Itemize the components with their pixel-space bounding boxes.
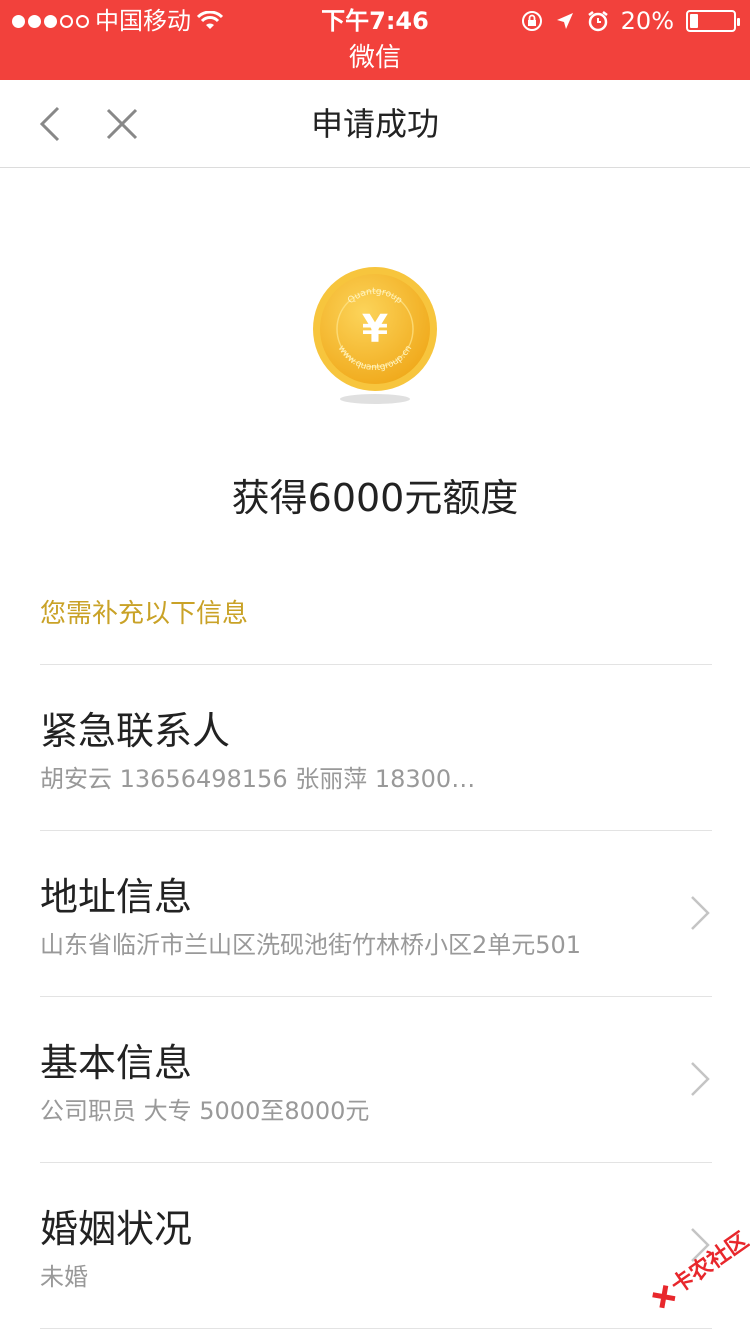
info-list: 紧急联系人 胡安云 13656498156 张丽萍 18300… 地址信息 山东… <box>40 664 712 1329</box>
item-title: 地址信息 <box>40 875 193 919</box>
list-item-address[interactable]: 地址信息 山东省临沂市兰山区洗砚池街竹林桥小区2单元501 <box>40 830 712 996</box>
list-item-marital-status[interactable]: 婚姻状况 未婚 <box>40 1162 712 1328</box>
chevron-right-icon <box>691 896 710 930</box>
coin-illustration: Quantgroup www.quantgroup.cn ¥ <box>312 266 438 406</box>
info-hint: 您需补充以下信息 <box>40 599 249 629</box>
list-divider <box>40 1328 712 1329</box>
location-arrow-icon <box>556 13 573 29</box>
coin-symbol: ¥ <box>362 307 388 351</box>
item-detail: 公司职员 大专 5000至8000元 <box>40 1097 370 1125</box>
status-row: 中国移动 下午7:46 20% <box>0 4 750 38</box>
orientation-lock-icon <box>521 11 542 31</box>
battery-percent: 20% <box>620 7 674 35</box>
alarm-icon <box>587 11 608 32</box>
app-name: 微信 <box>348 43 401 73</box>
battery-icon <box>686 10 740 32</box>
item-detail: 山东省临沂市兰山区洗砚池街竹林桥小区2单元501 <box>40 931 582 959</box>
item-title: 基本信息 <box>40 1041 193 1085</box>
status-right: 20% <box>521 4 740 38</box>
credit-headline: 获得6000元额度 <box>231 476 519 520</box>
item-title: 婚姻状况 <box>40 1207 193 1251</box>
list-item-basic-info[interactable]: 基本信息 公司职员 大专 5000至8000元 <box>40 996 712 1162</box>
item-detail: 胡安云 13656498156 张丽萍 18300… <box>40 765 476 793</box>
chevron-right-icon <box>691 1062 710 1096</box>
battery-fill <box>690 14 698 28</box>
item-title: 紧急联系人 <box>40 709 231 753</box>
coin-shadow <box>340 394 410 404</box>
list-item-emergency-contact[interactable]: 紧急联系人 胡安云 13656498156 张丽萍 18300… <box>40 664 712 830</box>
item-detail: 未婚 <box>40 1263 88 1291</box>
status-bar: 中国移动 下午7:46 20% 微信 <box>0 0 750 80</box>
page-title: 申请成功 <box>310 105 439 143</box>
yuan-coin-icon: Quantgroup www.quantgroup.cn ¥ <box>313 267 437 391</box>
nav-bar: 申请成功 <box>0 80 750 168</box>
